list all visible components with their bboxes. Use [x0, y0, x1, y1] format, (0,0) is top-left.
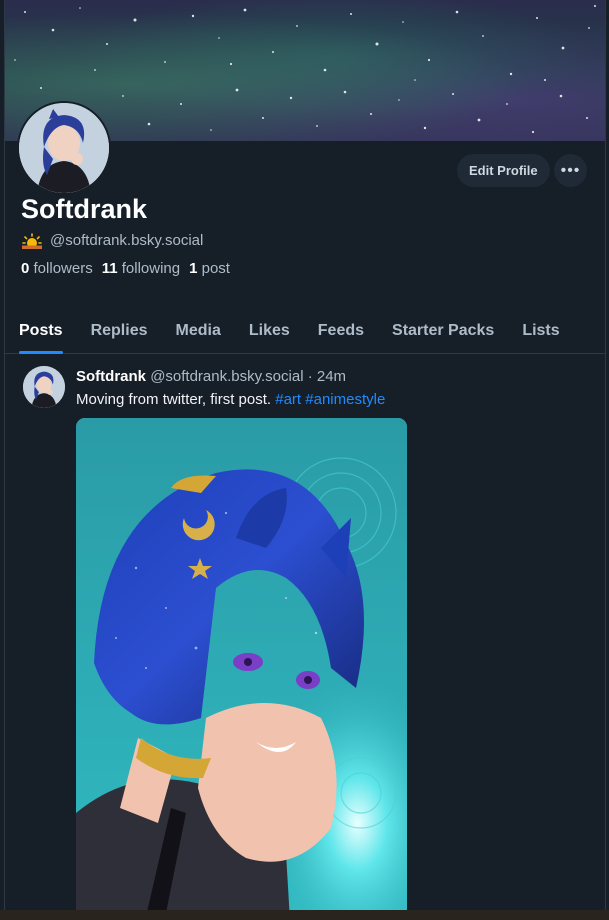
- hashtag-animestyle-link[interactable]: #animestyle: [305, 391, 385, 408]
- tab-starter-packs[interactable]: Starter Packs: [378, 308, 508, 353]
- more-options-button[interactable]: •••: [554, 154, 587, 187]
- post-text: Moving from twitter, first post.: [76, 391, 272, 408]
- profile-tabs: Posts Replies Media Likes Feeds Starter …: [5, 308, 605, 354]
- handle-row: @softdrank.bsky.social: [22, 232, 203, 249]
- post-body: Moving from twitter, first post. #art #a…: [76, 391, 385, 408]
- post-author-handle[interactable]: @softdrank.bsky.social: [150, 368, 303, 385]
- profile-stats: 0 followers 11 following 1 post: [21, 260, 230, 277]
- ellipsis-icon: •••: [560, 161, 581, 179]
- window-bottom-edge: [0, 910, 609, 920]
- anime-artwork-image: [76, 418, 407, 920]
- post-separator: ·: [307, 368, 313, 385]
- following-stat[interactable]: 11 following: [102, 260, 180, 277]
- handle-text[interactable]: @softdrank.bsky.social: [50, 232, 203, 249]
- avatar-illustration: [23, 366, 65, 408]
- profile-avatar[interactable]: [17, 101, 111, 195]
- tab-likes[interactable]: Likes: [235, 308, 304, 353]
- posts-stat: 1 post: [189, 260, 230, 277]
- edit-profile-button[interactable]: Edit Profile: [457, 154, 550, 187]
- tab-lists[interactable]: Lists: [508, 308, 573, 353]
- post-timestamp[interactable]: 24m: [317, 368, 346, 385]
- post-header: Softdrank @softdrank.bsky.social · 24m: [76, 368, 346, 385]
- post-item[interactable]: Softdrank @softdrank.bsky.social · 24m M…: [5, 354, 605, 920]
- tab-media[interactable]: Media: [162, 308, 235, 353]
- followers-stat[interactable]: 0 followers: [21, 260, 93, 277]
- profile-page: Edit Profile ••• Softdrank @softdrank.bs…: [4, 0, 606, 920]
- display-name: Softdrank: [21, 194, 148, 224]
- post-author-avatar[interactable]: [23, 366, 65, 408]
- tab-feeds[interactable]: Feeds: [304, 308, 378, 353]
- sun-behind-cloud-emoji-icon: [22, 232, 42, 249]
- post-author-name[interactable]: Softdrank: [76, 368, 146, 385]
- tab-posts[interactable]: Posts: [5, 308, 77, 354]
- avatar-illustration: [19, 103, 109, 193]
- hashtag-art-link[interactable]: #art: [275, 391, 301, 408]
- post-image[interactable]: [76, 418, 407, 920]
- tab-replies[interactable]: Replies: [77, 308, 162, 353]
